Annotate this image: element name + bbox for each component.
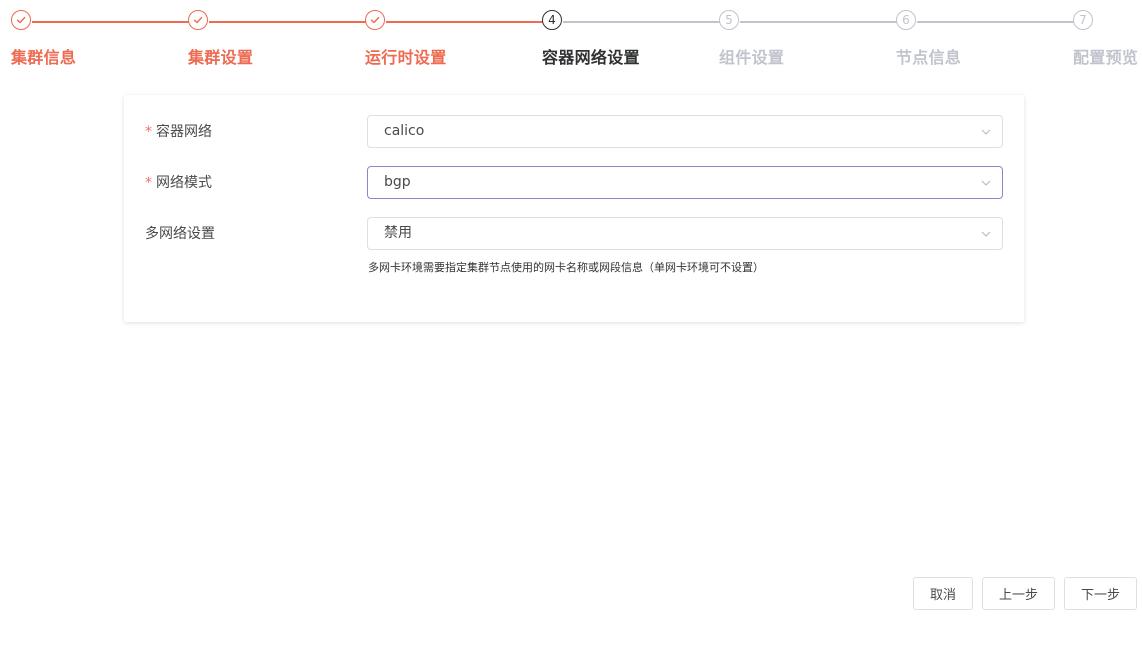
form-row-network-mode: * 网络模式 bgp — [124, 166, 1024, 200]
step-runtime-settings: 运行时设置 — [365, 10, 515, 70]
step-title: 组件设置 — [719, 48, 785, 67]
chevron-down-icon — [981, 129, 991, 135]
step-title: 集群设置 — [188, 48, 254, 67]
multi-network-select[interactable]: 禁用 — [367, 217, 1003, 250]
step-node-info: 6 节点信息 — [896, 10, 1046, 70]
next-step-button[interactable]: 下一步 — [1064, 577, 1137, 610]
prev-step-button[interactable]: 上一步 — [982, 577, 1055, 610]
step-cluster-info: 集群信息 — [11, 10, 161, 70]
step-container-network: 4 容器网络设置 — [542, 10, 692, 70]
step-number: 5 — [719, 10, 739, 30]
required-mark: * — [145, 124, 152, 140]
form-label-network-mode: * 网络模式 — [145, 166, 212, 200]
step-number: 6 — [896, 10, 916, 30]
network-mode-select[interactable]: bgp — [367, 166, 1003, 199]
select-value: calico — [384, 123, 425, 139]
step-number: 7 — [1073, 10, 1093, 30]
container-network-select[interactable]: calico — [367, 115, 1003, 148]
steps-bar: 集群信息 集群设置 运行时设置 4 容器网络设置 5 组件设置 6 节点信息 7… — [0, 0, 1142, 80]
select-value: 禁用 — [384, 225, 412, 241]
chevron-down-icon — [981, 180, 991, 186]
step-title: 容器网络设置 — [542, 48, 640, 67]
step-title: 集群信息 — [11, 48, 77, 67]
chevron-down-icon — [981, 231, 991, 237]
step-number: 4 — [542, 10, 562, 30]
step-cluster-settings: 集群设置 — [188, 10, 338, 70]
select-value: bgp — [384, 174, 411, 190]
form-row-container-network: * 容器网络 calico — [124, 115, 1024, 149]
step-check-icon — [188, 10, 208, 30]
cancel-button[interactable]: 取消 — [913, 577, 973, 610]
step-check-icon — [11, 10, 31, 30]
label-text: 容器网络 — [156, 124, 212, 140]
step-title: 配置预览 — [1073, 48, 1139, 67]
label-text: 多网络设置 — [145, 226, 215, 242]
form-card: * 容器网络 calico * 网络模式 bgp 多网络设置 禁用 多网卡环境需要指… — [124, 95, 1024, 322]
form-label-container-network: * 容器网络 — [145, 115, 212, 149]
label-text: 网络模式 — [156, 175, 212, 191]
step-title: 节点信息 — [896, 48, 962, 67]
required-mark: * — [145, 175, 152, 191]
step-title: 运行时设置 — [365, 48, 447, 67]
step-config-preview: 7 配置预览 — [1073, 10, 1142, 70]
form-row-multi-network: 多网络设置 禁用 — [124, 217, 1024, 251]
multi-network-hint: 多网卡环境需要指定集群节点使用的网卡名称或网段信息（单网卡环境可不设置） — [368, 261, 764, 274]
step-component-settings: 5 组件设置 — [719, 10, 869, 70]
form-label-multi-network: 多网络设置 — [145, 217, 215, 251]
step-check-icon — [365, 10, 385, 30]
